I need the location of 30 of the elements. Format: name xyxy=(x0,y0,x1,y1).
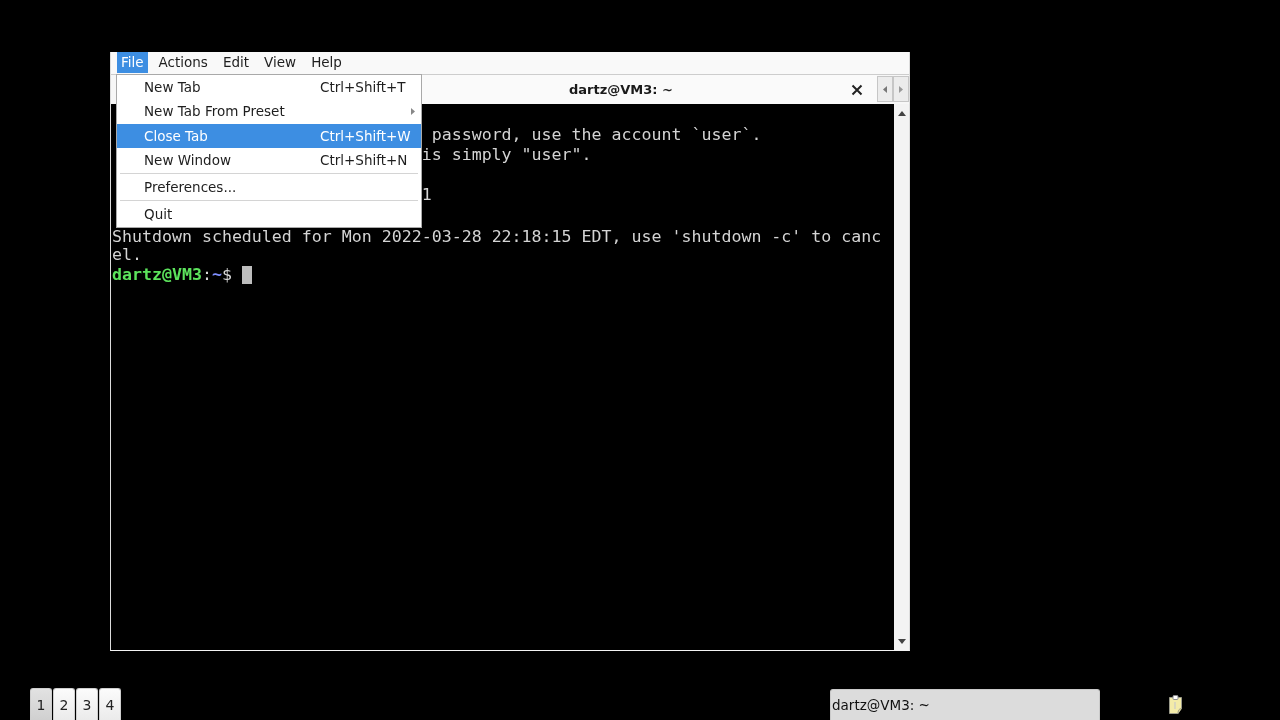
menu-bar-item[interactable]: Actions xyxy=(154,52,212,73)
taskbar-button[interactable]: dartz@VM3: ~ xyxy=(830,689,1100,720)
menu-item[interactable]: New Tab From Preset xyxy=(117,99,421,124)
workspace-button[interactable]: 1 xyxy=(30,688,52,720)
caret-icon xyxy=(411,107,415,115)
menu-item[interactable]: New Window Ctrl+Shift+N xyxy=(117,147,421,172)
menu-item[interactable]: New Tab Ctrl+Shift+T xyxy=(117,75,421,100)
menu-bar-item[interactable]: Help xyxy=(307,52,346,73)
close-icon[interactable] xyxy=(851,83,863,96)
menu-item[interactable]: Quit xyxy=(117,202,421,227)
menu-bar-item[interactable]: View xyxy=(260,52,301,73)
keyboard-shortcut: Ctrl+Shift+W xyxy=(320,127,411,144)
terminal-line: password, use the account `user`. xyxy=(431,125,762,145)
keyboard-shortcut: Ctrl+Shift+T xyxy=(320,79,406,96)
caret-left-icon xyxy=(883,85,887,93)
caret-right-icon xyxy=(899,85,903,93)
terminal-line: Shutdown scheduled for Mon 2022-03-28 22:18:15 EDT, use 'shutdown -c' to cancel. xyxy=(112,228,882,264)
caret-down-icon[interactable] xyxy=(897,639,906,644)
workspace-button[interactable]: 3 xyxy=(76,688,98,720)
menu-item[interactable]: Preferences... xyxy=(117,175,421,200)
tab-scroll-left-button[interactable] xyxy=(877,76,893,102)
terminal-line: is simply "user". xyxy=(421,145,592,165)
keyboard-shortcut: Ctrl+Shift+N xyxy=(320,151,408,168)
workspace-button[interactable]: 4 xyxy=(99,688,121,720)
terminal-line: 1 xyxy=(421,185,432,205)
caret-up-icon[interactable] xyxy=(897,111,906,116)
terminal-prompt: dartz@VM3:~$ xyxy=(112,265,232,285)
scrollbar[interactable] xyxy=(894,104,909,650)
menu-bar-item[interactable]: Edit xyxy=(218,52,254,73)
workspace-button[interactable]: 2 xyxy=(53,688,75,720)
